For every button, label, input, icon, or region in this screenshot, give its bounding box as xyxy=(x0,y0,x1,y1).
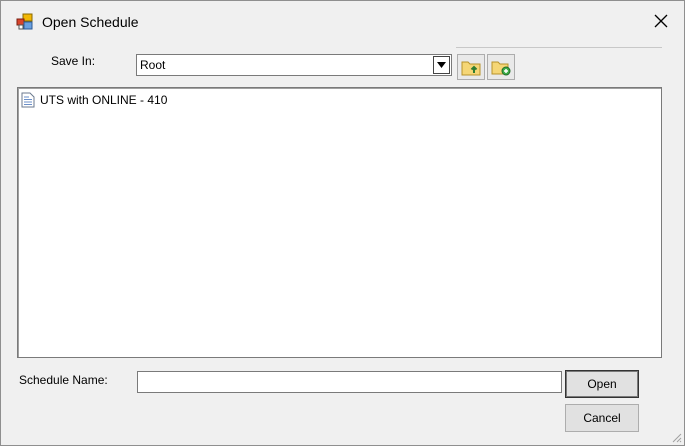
save-in-dropdown[interactable]: Root xyxy=(136,54,452,76)
list-item[interactable]: UTS with ONLINE - 410 xyxy=(21,91,167,109)
save-in-label: Save In: xyxy=(51,54,96,68)
open-button-label: Open xyxy=(587,377,617,391)
close-button[interactable] xyxy=(641,5,681,37)
open-button[interactable]: Open xyxy=(565,370,639,398)
cancel-button-label: Cancel xyxy=(583,411,621,425)
title-bar[interactable]: Open Schedule xyxy=(1,1,684,39)
folder-up-icon xyxy=(461,61,481,76)
save-in-value: Root xyxy=(140,58,166,72)
dropdown-arrow-button[interactable] xyxy=(433,56,450,74)
up-folder-button[interactable] xyxy=(457,54,485,80)
close-icon xyxy=(654,14,668,28)
schedule-list[interactable]: UTS with ONLINE - 410 xyxy=(17,87,662,358)
new-folder-button[interactable] xyxy=(487,54,515,80)
window-title: Open Schedule xyxy=(42,14,139,30)
schedule-name-label: Schedule Name: xyxy=(19,373,108,387)
open-schedule-dialog: Open Schedule Save In: Root UTS with ONL… xyxy=(0,0,685,446)
document-icon xyxy=(21,92,35,108)
separator xyxy=(456,47,662,48)
schedule-name-input[interactable] xyxy=(137,371,562,393)
app-icon xyxy=(16,13,33,30)
resize-grip-icon[interactable] xyxy=(670,431,682,443)
chevron-down-icon xyxy=(437,62,446,68)
cancel-button[interactable]: Cancel xyxy=(565,404,639,432)
new-folder-icon xyxy=(491,61,511,76)
list-item-label: UTS with ONLINE - 410 xyxy=(40,93,168,107)
